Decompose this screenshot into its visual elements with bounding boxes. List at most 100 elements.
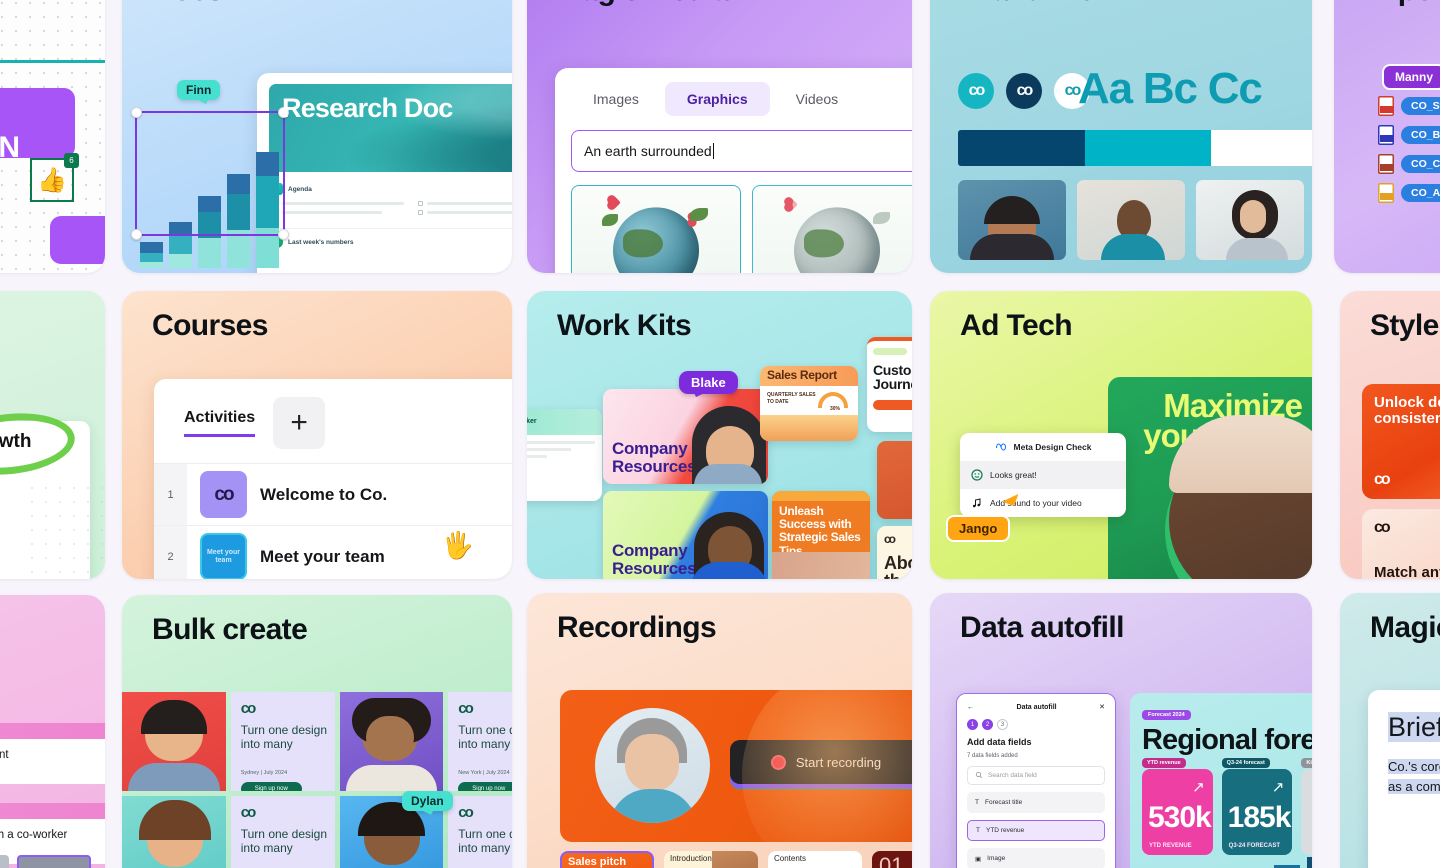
clip-duration: 3.2s — [0, 766, 93, 775]
card-magic-write[interactable]: Magic Brief Co.'s core mission and actio… — [1340, 593, 1440, 868]
text-caret — [712, 143, 715, 159]
bulk-photo-3[interactable] — [122, 796, 226, 868]
collaborator-tag-finn: Finn — [177, 80, 221, 100]
selection-box[interactable] — [131, 107, 289, 240]
tile-unleash-success[interactable]: Unleash Success with Strategic Sales Tip… — [772, 491, 870, 579]
tile-label: Sales Report — [767, 368, 837, 382]
swatch-white[interactable] — [1211, 130, 1312, 166]
card-recordings[interactable]: Recordings Start recording Sales pitch d… — [527, 593, 912, 868]
card-ad-tech[interactable]: Ad Tech Maximize your reach Meta Design … — [930, 291, 1312, 579]
card-brand-kit[interactable]: Brand Kit co co co Aa Bc Cc — [930, 0, 1312, 273]
doc-hero-image: Research Doc — [269, 84, 512, 172]
card-import[interactable]: Import Manny CO_Stra CO_Bran CO_Cam CO_A… — [1334, 0, 1440, 273]
tile-customer-journey[interactable]: Customer Journey — [867, 337, 912, 432]
ad-creative-preview[interactable]: Maximize your reach — [1108, 377, 1312, 579]
bulk-text-tile-4[interactable]: co Turn one design into many — [448, 796, 512, 868]
tab-activities[interactable]: Activities — [184, 409, 256, 437]
card-styles[interactable]: Styles Unlock design consistency co co M… — [1340, 291, 1440, 579]
tile-company-resources-1[interactable]: Company Resources — [603, 389, 768, 484]
card-courses[interactable]: Courses Activities + 1 co Welcome to Co.… — [122, 291, 512, 579]
result-thumbnail-1[interactable] — [571, 185, 741, 273]
file-row[interactable]: CO_Bran — [1378, 125, 1440, 145]
file-row[interactable]: CO_Ass — [1378, 183, 1440, 203]
tile-photo[interactable] — [877, 441, 912, 519]
list-item[interactable]: 1 co Welcome to Co. — [154, 463, 512, 525]
add-activity-button[interactable]: + — [273, 397, 326, 449]
step-3[interactable]: 3 — [997, 719, 1008, 730]
popup-item-looks-great[interactable]: Looks great! — [960, 461, 1126, 489]
step-1[interactable]: 1 — [967, 719, 978, 730]
brand-photo-3[interactable] — [1196, 180, 1304, 260]
tile-sales-report[interactable]: Sales Report QUARTERLY SALES TO DATE 30% — [760, 366, 858, 441]
resize-handle-bottom-left[interactable] — [131, 229, 142, 240]
brand-photo-2[interactable] — [1077, 180, 1185, 260]
swatch-navy[interactable] — [958, 130, 1085, 166]
field-ytd-revenue[interactable]: T YTD revenue — [967, 820, 1105, 841]
close-icon[interactable]: ✕ — [1099, 703, 1105, 711]
doc-file-icon — [1378, 125, 1394, 145]
swatch-cyan[interactable] — [1084, 130, 1212, 166]
tab-graphics[interactable]: Graphics — [664, 82, 770, 116]
thumbnail-sales-pitch[interactable]: Sales pitch deck — [560, 851, 654, 868]
bulk-text-tile-1[interactable]: co Turn one design into many Sydney | Ju… — [230, 692, 335, 791]
field-forecast-title[interactable]: T Forecast title — [967, 792, 1105, 813]
card-magic-media[interactable]: Magic MediaTM Images Graphics Videos An … — [527, 0, 912, 273]
sticky-note-2[interactable] — [50, 216, 105, 264]
resize-handle-top-left[interactable] — [131, 107, 142, 118]
back-arrow-icon[interactable]: ← — [967, 704, 974, 711]
style-card-1-label: Unlock design consistency — [1374, 394, 1440, 427]
tile-button[interactable]: Sign up now — [240, 782, 302, 791]
brief-heading: Brief — [1388, 712, 1440, 742]
tile-button[interactable]: Sign up now — [458, 782, 512, 791]
prompt-input[interactable]: An earth surrounded — [571, 130, 912, 172]
card-growth-partial[interactable]: Growth — [0, 291, 105, 579]
thumbs-up-icon[interactable]: 👍 6 — [30, 153, 79, 202]
forecast-preview[interactable]: Forecast 2024 Regional forecast YTD reve… — [1130, 693, 1312, 868]
card-data-autofill[interactable]: Data autofill ← Data autofill ✕ 1 2 3 Ad… — [930, 593, 1312, 868]
bulk-text-tile-3[interactable]: co Turn one design into many — [230, 796, 335, 868]
start-recording-button[interactable]: Start recording — [730, 740, 912, 784]
file-row[interactable]: CO_Stra — [1378, 96, 1440, 116]
clip-thumbnail[interactable] — [0, 855, 9, 868]
clip-item[interactable]: Two people nod their heads in agreement … — [0, 739, 105, 784]
search-icon — [975, 771, 983, 781]
thumbnail-01[interactable]: 01 — [872, 851, 912, 868]
style-card-2[interactable]: co Match any design style — [1362, 509, 1440, 579]
result-thumbnail-2[interactable] — [752, 185, 912, 273]
resize-handle-bottom-right[interactable] — [278, 229, 289, 240]
popup-item-add-sound[interactable]: Add sound to your video — [960, 489, 1126, 517]
collaborator-tag-dylan: Dylan — [402, 791, 453, 811]
agenda-label: Agenda — [288, 185, 312, 193]
text-field-icon: T — [975, 799, 979, 806]
card-clips-partial[interactable]: Two people nod their heads in agreement … — [0, 595, 105, 868]
thumbnail-introduction[interactable]: Introduction — [664, 851, 758, 868]
card-bulk-create[interactable]: Bulk create co Turn one design into many… — [122, 595, 512, 868]
brief-document[interactable]: Brief Co.'s core mission and actions as … — [1368, 690, 1440, 868]
brand-photo-1[interactable] — [958, 180, 1066, 260]
tab-images[interactable]: Images — [571, 82, 661, 116]
card-work-kits[interactable]: Work Kits Progress tracker Company Resou… — [527, 291, 912, 579]
meta-design-check-popup[interactable]: Meta Design Check Looks great! Add sound… — [960, 433, 1126, 517]
clip-description: Two people nod their heads in agreement — [0, 749, 9, 761]
item-label: Meet your team — [260, 546, 385, 566]
bulk-text-tile-2[interactable]: co Turn one design into many New York | … — [448, 692, 512, 791]
file-row[interactable]: CO_Cam — [1378, 154, 1440, 174]
courses-tabs: Activities + — [154, 379, 512, 449]
thumbnail-label: Introduction — [670, 854, 712, 863]
style-card-1[interactable]: Unlock design consistency co — [1362, 384, 1440, 499]
thumbnail-contents[interactable]: Contents — [768, 851, 862, 868]
card-whiteboard-partial[interactable]: S ON 👍 6 m — [0, 0, 105, 273]
tile-progress-tracker[interactable]: Progress tracker — [527, 409, 602, 501]
doc-placeholder-lines — [273, 201, 512, 219]
tab-videos[interactable]: Videos — [774, 82, 861, 116]
search-data-field-input[interactable]: Search data field — [967, 766, 1105, 785]
card-docs[interactable]: Docs Research Doc Agenda — [122, 0, 512, 273]
step-2[interactable]: 2 — [982, 719, 993, 730]
field-image[interactable]: ▣ Image — [967, 848, 1105, 868]
tile-company-resources-2[interactable]: Company Resources — [603, 491, 768, 579]
bulk-photo-1[interactable] — [122, 692, 226, 791]
tile-label: Progress tracker — [527, 418, 537, 425]
tile-about-the[interactable]: co About the — [877, 526, 912, 579]
bulk-photo-2[interactable] — [339, 692, 444, 791]
clip-thumbnail-selected[interactable] — [17, 855, 91, 868]
